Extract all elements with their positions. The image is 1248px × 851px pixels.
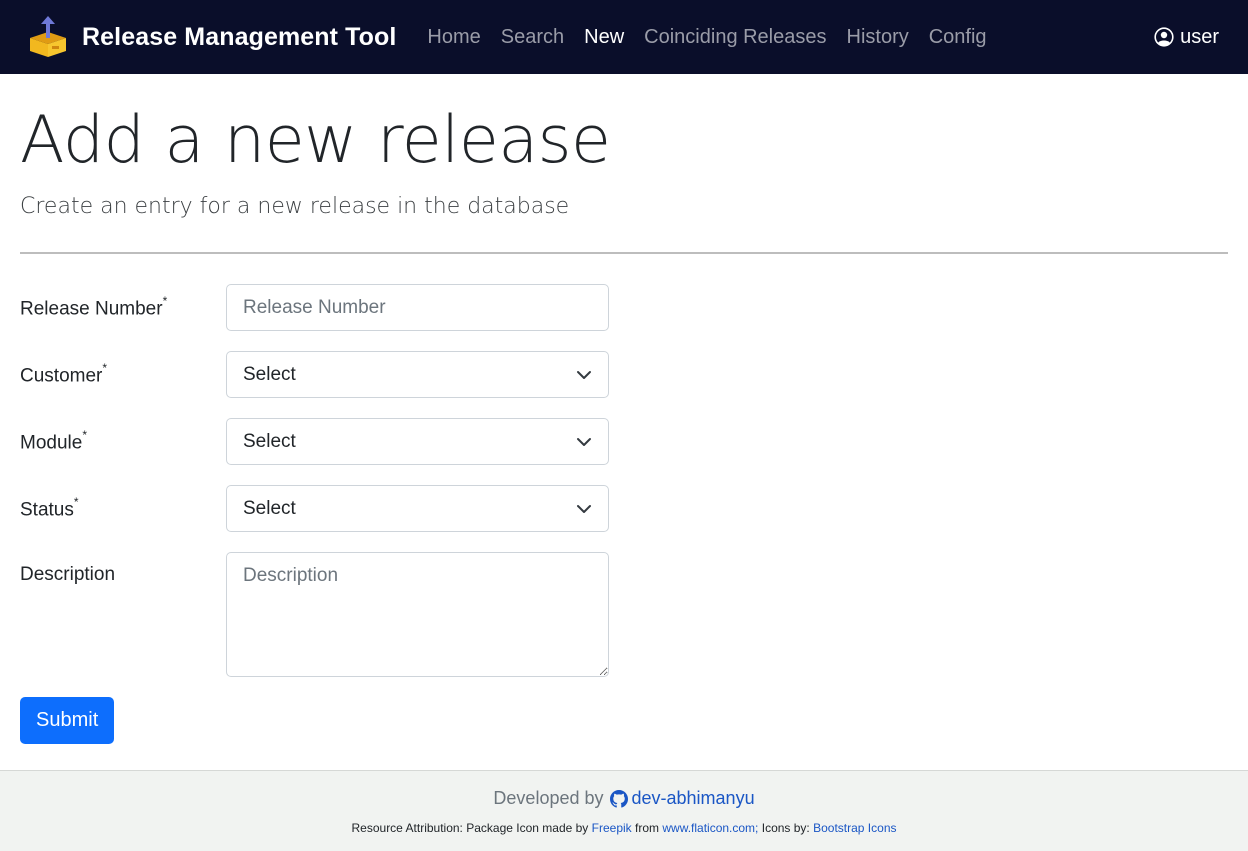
- status-select[interactable]: Select: [226, 485, 609, 532]
- customer-select[interactable]: Select: [226, 351, 609, 398]
- description-textarea[interactable]: [226, 552, 609, 677]
- footer: Developed by dev-abhimanyu Resource Attr…: [0, 770, 1248, 851]
- attribution-prefix: Resource Attribution: Package Icon made …: [351, 821, 589, 835]
- release-number-label: Release Number*: [20, 284, 226, 320]
- brand[interactable]: Release Management Tool: [28, 16, 396, 58]
- freepik-link[interactable]: Freepik: [592, 821, 632, 835]
- nav-link-coinciding-releases[interactable]: Coinciding Releases: [644, 26, 826, 49]
- page-subtitle: Create an entry for a new release in the…: [20, 194, 570, 219]
- module-selected-value: Select: [243, 430, 296, 452]
- required-mark: *: [162, 294, 168, 308]
- status-label-text: Status: [20, 499, 74, 521]
- nav-link-new[interactable]: New: [584, 26, 624, 49]
- developed-by-line: Developed by dev-abhimanyu: [0, 788, 1248, 809]
- attribution-icons-text: Icons by:: [761, 821, 810, 835]
- module-select[interactable]: Select: [226, 418, 609, 465]
- module-label: Module*: [20, 418, 226, 454]
- attribution-from: from: [635, 821, 660, 835]
- nav-link-home[interactable]: Home: [427, 26, 480, 49]
- release-number-input[interactable]: [226, 284, 609, 331]
- status-label: Status*: [20, 485, 226, 521]
- page-title: Add a new release: [20, 103, 611, 178]
- nav-links: Home Search New Coinciding Releases Hist…: [427, 26, 1006, 49]
- required-mark: *: [73, 495, 79, 509]
- flaticon-link[interactable]: www.flaticon.com;: [662, 821, 758, 835]
- bootstrap-icons-link[interactable]: Bootstrap Icons: [813, 821, 896, 835]
- developer-link[interactable]: dev-abhimanyu: [632, 788, 755, 809]
- submit-button[interactable]: Submit: [20, 697, 115, 744]
- status-row: Status* Select: [20, 485, 1228, 532]
- package-upload-icon: [30, 16, 66, 57]
- new-release-form: Release Number* Customer* Select Module*…: [20, 284, 1228, 744]
- description-row: Description: [20, 552, 1228, 677]
- main-content: Add a new release Create an entry for a …: [0, 108, 1248, 744]
- navbar: Release Management Tool Home Search New …: [0, 0, 1248, 74]
- release-number-row: Release Number*: [20, 284, 1228, 331]
- user-label: user: [1180, 25, 1219, 48]
- module-label-text: Module: [20, 432, 83, 454]
- chevron-down-icon: [577, 370, 591, 379]
- developed-by-text: Developed by: [493, 788, 604, 808]
- status-selected-value: Select: [243, 497, 296, 519]
- github-icon: [609, 789, 628, 808]
- nav-link-config[interactable]: Config: [929, 26, 987, 49]
- divider: [20, 252, 1228, 254]
- chevron-down-icon: [577, 437, 591, 446]
- chevron-down-icon: [577, 504, 591, 513]
- customer-row: Customer* Select: [20, 351, 1228, 398]
- customer-label-text: Customer: [20, 365, 103, 387]
- app-title: Release Management Tool: [82, 22, 397, 51]
- person-circle-icon: [1154, 27, 1174, 47]
- nav-link-search[interactable]: Search: [501, 26, 564, 49]
- required-mark: *: [102, 361, 108, 375]
- user-menu[interactable]: user: [1154, 26, 1220, 49]
- customer-label: Customer*: [20, 351, 226, 387]
- required-mark: *: [82, 428, 87, 442]
- nav-link-history[interactable]: History: [847, 26, 909, 49]
- release-number-label-text: Release Number: [20, 298, 163, 320]
- description-label: Description: [20, 564, 116, 585]
- module-row: Module* Select: [20, 418, 1228, 465]
- customer-selected-value: Select: [243, 363, 296, 385]
- attribution-line: Resource Attribution: Package Icon made …: [0, 821, 1248, 835]
